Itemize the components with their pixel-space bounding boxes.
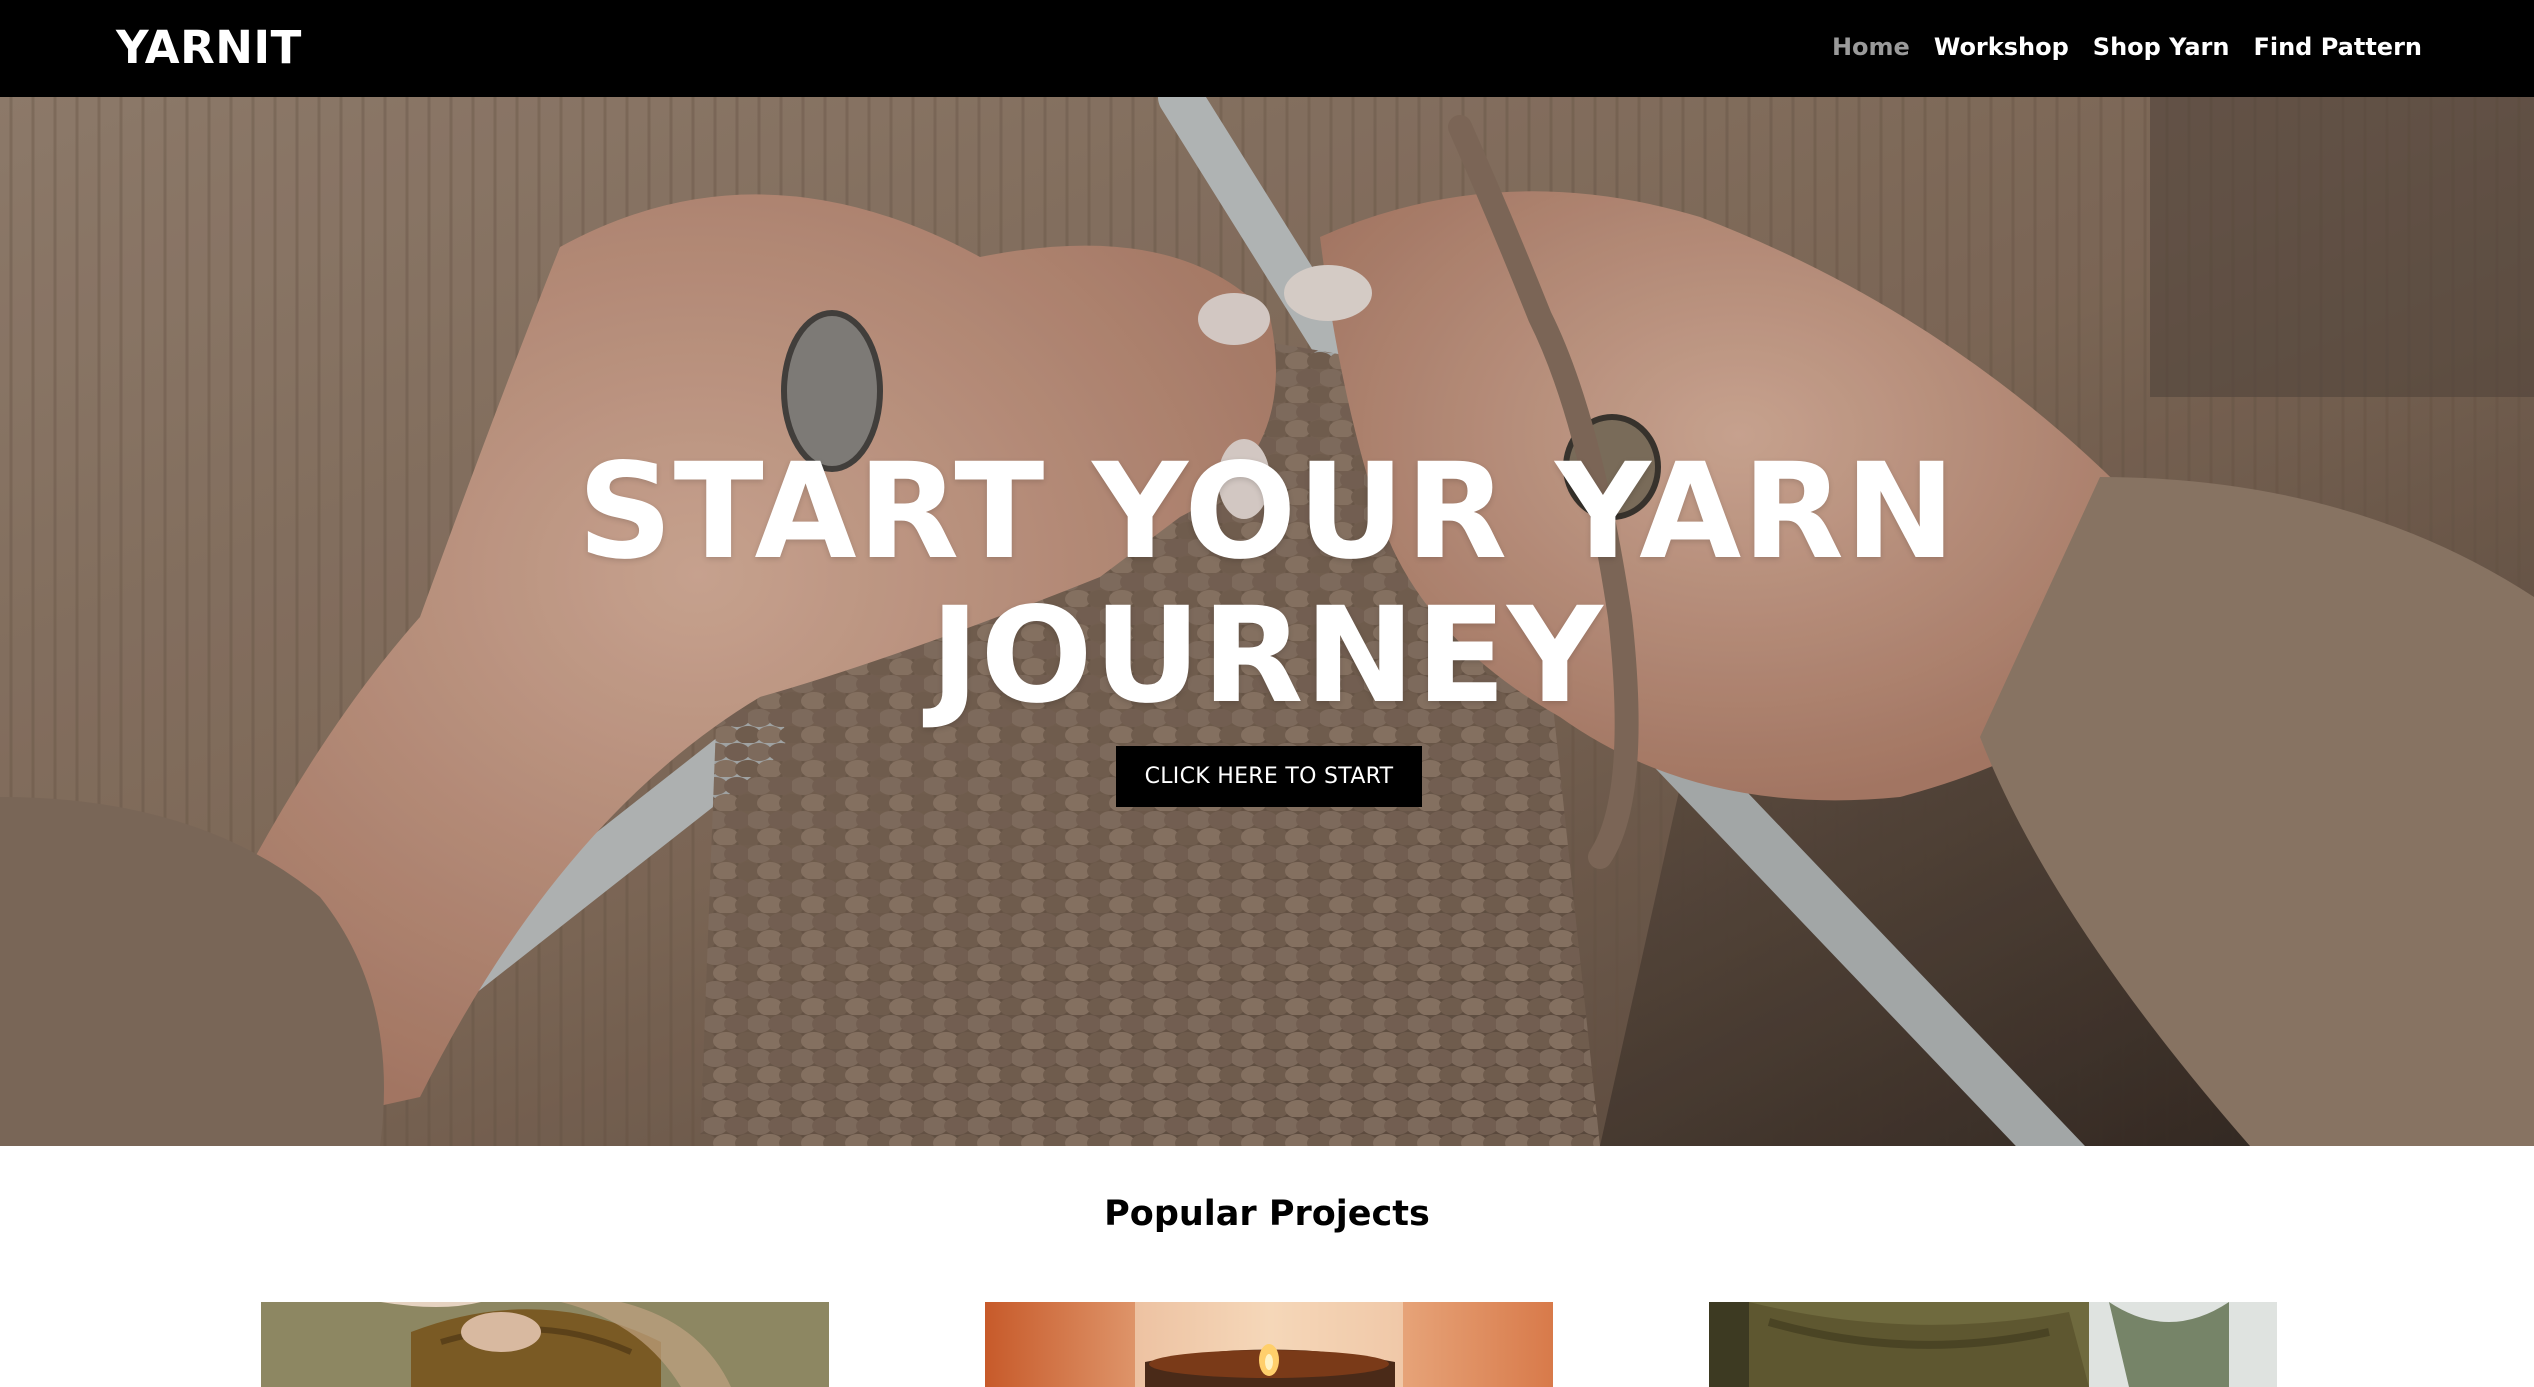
hero-title-line-2: JOURNEY (930, 579, 1604, 733)
start-button[interactable]: CLICK HERE TO START (1116, 746, 1422, 807)
brand-logo[interactable]: YARNIT (116, 22, 302, 74)
top-navbar: YARNIT Home Workshop Shop Yarn Find Patt… (0, 0, 2534, 97)
nav-find-pattern-link[interactable]: Find Pattern (2253, 32, 2422, 62)
project-card-sweater[interactable] (261, 1302, 829, 1387)
nav-home-link[interactable]: Home (1832, 32, 1910, 62)
popular-projects-heading: Popular Projects (1104, 1194, 1430, 1234)
project-card-knit[interactable] (1709, 1302, 2277, 1387)
project-card-candle[interactable] (985, 1302, 1553, 1387)
main-nav: Home Workshop Shop Yarn Find Pattern (1832, 32, 2422, 62)
project-image-sweater (261, 1302, 829, 1387)
hero-title: START YOUR YARN JOURNEY (0, 440, 2534, 728)
nav-workshop-link[interactable]: Workshop (1934, 32, 2069, 62)
hero-section: START YOUR YARN JOURNEY CLICK HERE TO ST… (0, 97, 2534, 1146)
nav-shop-yarn-link[interactable]: Shop Yarn (2093, 32, 2230, 62)
hero-title-line-1: START YOUR YARN (577, 435, 1957, 589)
project-image-candle (985, 1302, 1553, 1387)
project-image-knit (1709, 1302, 2277, 1387)
